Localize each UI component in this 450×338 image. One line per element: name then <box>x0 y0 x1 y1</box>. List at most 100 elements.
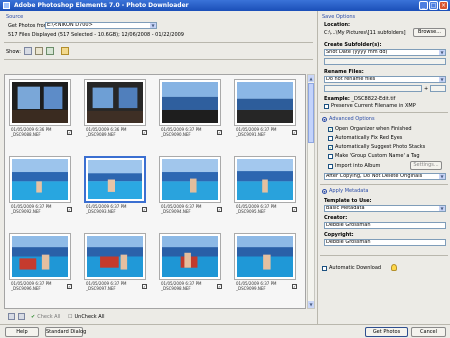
photo-thumbnail[interactable] <box>159 79 221 126</box>
photo-checkbox[interactable]: ✓ <box>217 130 222 135</box>
photo-filename: _DSC9092.NEF <box>11 208 41 214</box>
grid-view-icon[interactable] <box>24 47 32 55</box>
create-subfolders-dropdown[interactable]: Shot Date (yyyy mm dd) ▼ <box>324 49 446 56</box>
options-pane: Save Options Location: C:\...\My Picture… <box>317 11 450 324</box>
photo-thumbnail[interactable] <box>234 156 296 203</box>
checkbox[interactable] <box>328 135 333 141</box>
thumbnail-cell[interactable]: 01/05/2009 6:37 PM _DSC9099.NEF ✓ <box>233 232 303 292</box>
photo-thumbnail-selected[interactable] <box>84 156 146 203</box>
get-photos-from-dropdown[interactable]: E:\<NIKON D700> ▼ <box>45 22 157 29</box>
photo-checkbox[interactable]: ✓ <box>142 284 147 289</box>
photo-filename: _DSC9090.NEF <box>161 131 191 137</box>
rename-prefix-field[interactable] <box>324 85 422 92</box>
creator-field[interactable]: Debbie Grossman <box>324 222 446 229</box>
photo-image <box>237 159 293 200</box>
after-copying-dropdown[interactable]: After Copying, Do Not Delete Originals ▼ <box>324 173 446 180</box>
source-heading: Source <box>6 14 24 20</box>
photo-checkbox[interactable]: ✓ <box>142 130 147 135</box>
template-dropdown[interactable]: Basic Metadata ▼ <box>324 205 446 212</box>
photo-checkbox[interactable]: ✓ <box>217 207 222 212</box>
album-settings-button[interactable]: Settings... <box>410 161 442 170</box>
small-thumb-icon[interactable] <box>46 47 54 55</box>
option-fix-red-eyes[interactable]: Automatically Fix Red Eyes <box>328 135 402 141</box>
photo-checkbox[interactable]: ✓ <box>292 130 297 135</box>
option-open-organizer[interactable]: ✓ Open Organizer when Finished <box>328 126 412 132</box>
photo-thumbnail[interactable] <box>84 79 146 126</box>
files-info: 517 Files Displayed (517 Selected - 10.6… <box>8 32 184 38</box>
thumbnail-cell[interactable]: 01/05/2009 6:37 PM _DSC9097.NEF ✓ <box>83 232 153 292</box>
example-label: Example: _DSC8822-Edit.tif <box>324 96 396 102</box>
photo-checkbox[interactable]: ✓ <box>292 284 297 289</box>
photo-thumbnail[interactable] <box>84 233 146 280</box>
checkbox[interactable]: ✓ <box>328 126 333 132</box>
rotate-right-icon[interactable] <box>18 313 25 320</box>
preserve-filename-checkbox[interactable]: Preserve Current Filename in XMP <box>324 103 416 109</box>
thumbnail-cell[interactable]: 01/05/2009 6:36 PM _DSC9089.NEF ✓ <box>83 78 153 138</box>
photo-thumbnail[interactable] <box>159 233 221 280</box>
photo-thumbnail[interactable] <box>84 308 146 309</box>
photo-thumbnail[interactable] <box>159 308 221 309</box>
scroll-up-icon[interactable]: ▲ <box>308 75 314 82</box>
thumbnail-cell[interactable]: 01/05/2009 6:37 PM _DSC9094.NEF ✓ <box>158 155 228 215</box>
cancel-button[interactable]: Cancel <box>411 327 446 337</box>
rename-number-field[interactable] <box>430 85 446 92</box>
checkbox[interactable] <box>324 103 329 109</box>
scrollbar-thumb[interactable] <box>308 83 314 143</box>
photo-checkbox[interactable]: ✓ <box>142 207 147 212</box>
checkbox[interactable]: ✓ <box>328 144 333 150</box>
folder-icon[interactable] <box>61 47 69 55</box>
thumbnail-cell[interactable]: 01/05/2009 6:37 PM _DSC9091.NEF ✓ <box>233 78 303 138</box>
photo-thumbnail[interactable] <box>9 233 71 280</box>
photo-image <box>237 236 293 277</box>
browse-button[interactable]: Browse... <box>413 28 446 37</box>
lightbulb-icon[interactable] <box>391 264 397 271</box>
thumbnail-cell[interactable]: 01/05/2009 6:36 PM _DSC9088.NEF ✓ <box>8 78 78 138</box>
close-button[interactable]: × <box>439 1 448 10</box>
custom-subfolder-field[interactable] <box>324 58 446 65</box>
photo-thumbnail[interactable] <box>9 156 71 203</box>
photo-image <box>88 160 142 199</box>
photo-thumbnail[interactable] <box>234 308 296 309</box>
thumbnail-cell[interactable]: 01/05/2009 6:37 PM _DSC9092.NEF ✓ <box>8 155 78 215</box>
scroll-down-icon[interactable]: ▼ <box>308 301 314 308</box>
apply-metadata-toggle[interactable]: ▾ Apply Metadata <box>322 188 368 194</box>
checkbox[interactable] <box>328 163 333 169</box>
photo-filename: _DSC9094.NEF <box>161 208 191 214</box>
photo-thumbnail[interactable] <box>234 79 296 126</box>
checkbox[interactable] <box>322 265 327 271</box>
photo-checkbox[interactable]: ✓ <box>217 284 222 289</box>
option-suggest-stacks[interactable]: ✓ Automatically Suggest Photo Stacks <box>328 144 425 150</box>
minimize-button[interactable]: _ <box>419 1 428 10</box>
photo-checkbox[interactable]: ✓ <box>67 130 72 135</box>
photo-thumbnail[interactable] <box>234 233 296 280</box>
maximize-button[interactable]: □ <box>429 1 438 10</box>
photo-checkbox[interactable]: ✓ <box>292 207 297 212</box>
thumbnail-scrollbar[interactable]: ▲ ▼ <box>307 74 315 309</box>
advanced-options-toggle[interactable]: ▾ Advanced Options <box>322 116 375 122</box>
checkbox[interactable] <box>328 153 333 159</box>
photo-image <box>162 82 218 123</box>
photo-filename: _DSC9088.NEF <box>11 131 41 137</box>
get-photos-button[interactable]: Get Photos <box>365 327 408 337</box>
photo-checkbox[interactable]: ✓ <box>67 207 72 212</box>
option-import-album[interactable]: Import into Album <box>328 163 380 169</box>
photo-thumbnail[interactable] <box>9 308 71 309</box>
thumbnail-cell[interactable]: 01/05/2009 6:37 PM _DSC9093.NEF ✓ <box>83 155 153 215</box>
copyright-field[interactable]: Debbie Grossman <box>324 239 446 246</box>
check-all-button[interactable]: ✔ Check All <box>31 314 60 320</box>
thumbnail-cell[interactable]: 01/05/2009 6:37 PM _DSC9090.NEF ✓ <box>158 78 228 138</box>
option-group-custom-name-tag[interactable]: Make 'Group Custom Name' a Tag <box>328 153 420 159</box>
photo-thumbnail[interactable] <box>9 79 71 126</box>
automatic-download-checkbox[interactable]: Automatic Download <box>322 265 381 271</box>
rotate-left-icon[interactable] <box>8 313 15 320</box>
list-view-icon[interactable] <box>35 47 43 55</box>
standard-dialog-button[interactable]: Standard Dialog <box>45 327 86 337</box>
photo-thumbnail[interactable] <box>159 156 221 203</box>
thumbnail-cell[interactable]: 01/05/2009 6:37 PM _DSC9098.NEF ✓ <box>158 232 228 292</box>
photo-checkbox[interactable]: ✓ <box>67 284 72 289</box>
thumbnail-cell[interactable]: 01/05/2009 6:37 PM _DSC9095.NEF ✓ <box>233 155 303 215</box>
rename-files-dropdown[interactable]: Do not rename files ▼ <box>324 76 446 83</box>
help-button[interactable]: Help <box>5 327 39 337</box>
thumbnail-cell[interactable]: 01/05/2009 6:37 PM _DSC9096.NEF ✓ <box>8 232 78 292</box>
uncheck-all-button[interactable]: ☐ UnCheck All <box>68 314 104 320</box>
